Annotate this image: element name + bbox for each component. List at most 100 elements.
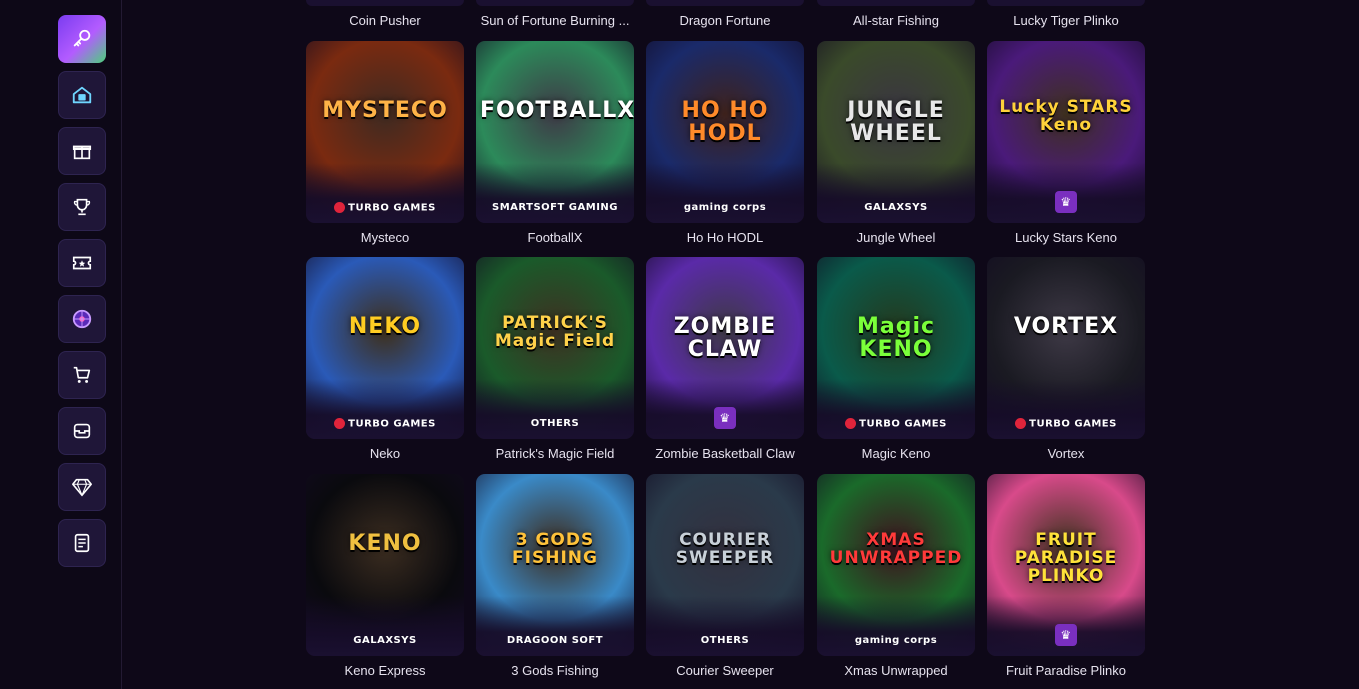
provider-logo: GALAXSYS [817,202,975,213]
game-card-partial[interactable] [987,0,1145,6]
game-title[interactable]: 3 Gods Fishing [470,663,640,678]
thumbnail-fade [476,163,634,223]
game-card[interactable]: NEKO TURBO GAMES [306,257,464,439]
game-logo-text: NEKO [348,314,422,339]
game-title[interactable]: Vortex [981,446,1151,461]
thumbnail-fade [306,596,464,656]
thumbnail-fade [646,596,804,656]
game-logo-text: XMAS UNWRAPPED [829,530,963,568]
game-card[interactable]: Magic KENO TURBO GAMES [817,257,975,439]
provider-name: SMARTSOFT GAMING [492,202,618,213]
provider-logo: TURBO GAMES [306,201,464,213]
game-card[interactable]: KENO GALAXSYS [306,474,464,656]
game-card[interactable]: 3 GODS FISHING DRAGOON SOFT [476,474,634,656]
provider-name: GALAXSYS [864,202,928,213]
turbo-games-icon [1015,417,1027,429]
game-title[interactable]: Dragon Fortune [640,13,810,28]
provider-name: TURBO GAMES [348,202,436,213]
game-logo-text: Magic KENO [856,314,936,363]
game-card-partial[interactable] [306,0,464,6]
game-logo-text: JUNGLE WHEEL [847,98,945,147]
provider-name: OTHERS [530,418,580,429]
game-logo-text: Lucky STARS Keno [999,97,1133,135]
game-title[interactable]: Jungle Wheel [811,230,981,245]
thumbnail-fade [817,163,975,223]
game-grid: Coin Pusher Sun of Fortune Burning ... Dra… [0,0,1359,689]
game-title[interactable]: Ho Ho HODL [640,230,810,245]
provider-logo: ♛ [646,407,804,429]
thumbnail-fade [817,379,975,439]
game-logo-text: KENO [348,531,422,556]
game-title[interactable]: Lucky Stars Keno [981,230,1151,245]
game-title[interactable]: Zombie Basketball Claw [640,446,810,461]
game-logo-text: FOOTBALLX [480,98,634,123]
game-title[interactable]: Courier Sweeper [640,663,810,678]
game-card[interactable]: ZOMBIE CLAW ♛ [646,257,804,439]
game-title[interactable]: Neko [300,446,470,461]
game-logo-text: HO HO HODL [681,98,769,147]
game-card[interactable]: PATRICK'S Magic Field OTHERS [476,257,634,439]
provider-crown-icon: ♛ [1055,191,1077,213]
provider-logo: gaming corps [646,202,804,213]
game-card[interactable]: VORTEX TURBO GAMES [987,257,1145,439]
thumbnail-fade [817,596,975,656]
provider-name: gaming corps [854,635,938,646]
game-title[interactable]: Sun of Fortune Burning ... [470,13,640,28]
game-title[interactable]: All-star Fishing [811,13,981,28]
game-card[interactable]: COURIER SWEEPER OTHERS [646,474,804,656]
game-card[interactable]: JUNGLE WHEEL GALAXSYS [817,41,975,223]
game-card[interactable]: Lucky STARS Keno ♛ [987,41,1145,223]
turbo-games-icon [334,417,346,429]
game-card[interactable]: MYSTECO TURBO GAMES [306,41,464,223]
game-title[interactable]: Coin Pusher [300,13,470,28]
game-title[interactable]: Patrick's Magic Field [470,446,640,461]
game-title[interactable]: FootballX [470,230,640,245]
game-card[interactable]: FRUIT PARADISE PLINKO ♛ [987,474,1145,656]
game-logo-text: PATRICK'S Magic Field [494,313,616,351]
thumbnail-fade [476,596,634,656]
thumbnail-fade [306,163,464,223]
thumbnail-fade [476,379,634,439]
game-card[interactable]: HO HO HODL gaming corps [646,41,804,223]
game-title[interactable]: Fruit Paradise Plinko [981,663,1151,678]
provider-crown-icon: ♛ [1055,624,1077,646]
game-card-partial[interactable] [817,0,975,6]
provider-name: TURBO GAMES [348,418,436,429]
game-card[interactable]: XMAS UNWRAPPED gaming corps [817,474,975,656]
provider-name: TURBO GAMES [859,418,947,429]
turbo-games-icon [334,201,346,213]
game-logo-text: MYSTECO [322,98,448,123]
game-logo-text: COURIER SWEEPER [675,530,775,568]
provider-name: DRAGOON SOFT [506,635,604,646]
game-title[interactable]: Keno Express [300,663,470,678]
provider-logo: DRAGOON SOFT [476,635,634,646]
provider-name: gaming corps [683,202,767,213]
game-title[interactable]: Magic Keno [811,446,981,461]
game-title[interactable]: Mysteco [300,230,470,245]
game-title[interactable]: Xmas Unwrapped [811,663,981,678]
provider-name: TURBO GAMES [1029,418,1117,429]
thumbnail-fade [306,379,464,439]
game-card-partial[interactable] [646,0,804,6]
provider-logo: OTHERS [476,418,634,429]
turbo-games-icon [845,417,857,429]
provider-name: GALAXSYS [353,635,417,646]
game-logo-text: 3 GODS FISHING [512,530,598,568]
game-title[interactable]: Lucky Tiger Plinko [981,13,1151,28]
thumbnail-fade [987,379,1145,439]
provider-logo: GALAXSYS [306,635,464,646]
thumbnail-fade [646,163,804,223]
provider-logo: ♛ [987,624,1145,646]
provider-logo: TURBO GAMES [987,417,1145,429]
game-logo-text: FRUIT PARADISE PLINKO [1014,530,1118,586]
provider-name: OTHERS [700,635,750,646]
provider-logo: TURBO GAMES [817,417,975,429]
game-card[interactable]: FOOTBALLX SMARTSOFT GAMING [476,41,634,223]
provider-crown-icon: ♛ [714,407,736,429]
game-logo-text: VORTEX [1013,314,1119,339]
game-logo-text: ZOMBIE CLAW [673,314,777,363]
provider-logo: SMARTSOFT GAMING [476,202,634,213]
game-card-partial[interactable] [476,0,634,6]
provider-logo: OTHERS [646,635,804,646]
provider-logo: ♛ [987,191,1145,213]
